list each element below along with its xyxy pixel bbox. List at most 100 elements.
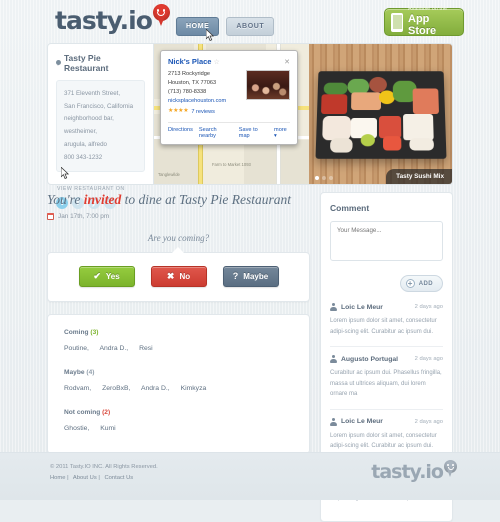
address-line: arugula, alfredo bbox=[64, 140, 107, 148]
map-pin-smiley-icon bbox=[152, 4, 170, 26]
nav-item-about[interactable]: ABOUT bbox=[226, 17, 275, 36]
group-heading: Maybe (4) bbox=[64, 369, 293, 376]
attendee-name: Andra D., bbox=[140, 385, 170, 392]
comment-text: Lorem ipsum dolor sit amet, consectetur … bbox=[330, 318, 437, 335]
rsvp-buttons: ✔ Yes ✖ No ? Maybe bbox=[48, 266, 309, 287]
more-link[interactable]: more ▾ bbox=[274, 127, 290, 139]
comment-author[interactable]: Augusto Portugal bbox=[341, 356, 398, 363]
group-heading: Coming (3) bbox=[64, 329, 293, 336]
logo-text: tasty.io bbox=[55, 6, 153, 35]
info-website-link[interactable]: nicksplacehouston.com bbox=[168, 97, 241, 106]
info-address1: 2713 Rockyridge bbox=[168, 71, 210, 77]
rating-stars: ★★★★ bbox=[168, 108, 189, 115]
footer-links: Home | About Us | Contact Us bbox=[50, 475, 158, 481]
map-panel[interactable]: S Corporate Blvd Farm to Market 1093 Tan… bbox=[154, 43, 309, 185]
footer-link-contact[interactable]: Contact Us bbox=[104, 475, 133, 481]
invitation-date-text: Jan 17th, 7:00 pm bbox=[58, 213, 110, 220]
carousel-dot-active[interactable] bbox=[315, 176, 319, 180]
group-heading: Not coming (2) bbox=[64, 409, 293, 416]
group-count: (2) bbox=[102, 409, 111, 416]
info-address2: Houston, TX 77063 bbox=[168, 80, 217, 87]
rsvp-maybe-button[interactable]: ? Maybe bbox=[222, 266, 279, 287]
address-line: neighborhood bar, westheimer, bbox=[64, 115, 114, 136]
carousel-dot[interactable] bbox=[329, 176, 333, 180]
street-label: Farm to Market 1093 bbox=[212, 162, 251, 167]
attendee-name: Ghostie, bbox=[64, 425, 90, 432]
rsvp-yes-button[interactable]: ✔ Yes bbox=[78, 266, 135, 287]
group-count: (4) bbox=[86, 369, 95, 376]
group-names: Poutine, Andra D., Resi bbox=[64, 345, 293, 352]
footer-logo[interactable]: tasty.io bbox=[371, 460, 457, 483]
group-names: Rodvam, ZeroBxB, Andra D., Kimkyza bbox=[64, 385, 293, 392]
comment-item: Loic Le Meur 2 days ago Lorem ipsum dolo… bbox=[330, 301, 443, 346]
user-icon bbox=[330, 355, 337, 363]
address-line: San Francisco, California bbox=[64, 102, 134, 110]
map-pin-smiley-icon bbox=[444, 460, 457, 477]
comment-input[interactable] bbox=[330, 221, 443, 261]
attendee-name: ZeroBxB, bbox=[102, 385, 131, 392]
search-nearby-link[interactable]: Search nearby bbox=[199, 127, 233, 139]
attendee-group-maybe: Maybe (4) Rodvam, ZeroBxB, Andra D., Kim… bbox=[64, 369, 293, 392]
group-label: Coming bbox=[64, 329, 89, 336]
comment-title: Comment bbox=[330, 203, 370, 213]
attendee-name: Resi bbox=[139, 345, 153, 352]
main-nav: HOME ABOUT bbox=[176, 17, 275, 36]
rsvp-maybe-label: Maybe bbox=[243, 272, 269, 281]
address-line: 371 Eleventh Street, bbox=[64, 90, 121, 97]
comment-timestamp: 2 days ago bbox=[414, 418, 443, 425]
reviews-link[interactable]: 7 reviews bbox=[191, 108, 215, 117]
site-header: tasty.io HOME ABOUT Available on the App… bbox=[0, 0, 500, 43]
comment-text: Lorem ipsum dolor sit amet, consectetur … bbox=[330, 432, 437, 450]
copyright-text: © 2011 Tasty.IO INC. All Rights Reserved… bbox=[50, 464, 158, 470]
invitation-headline: You're invited to dine at Tasty Pie Rest… bbox=[47, 192, 310, 208]
food-photo-carousel[interactable]: Tasty Sushi Mix bbox=[309, 43, 453, 185]
carousel-dots[interactable] bbox=[315, 176, 333, 180]
site-footer: © 2011 Tasty.IO INC. All Rights Reserved… bbox=[0, 452, 500, 500]
info-window-actions: Directions Search nearby Save to map mor… bbox=[168, 121, 290, 139]
app-store-line2: App Store bbox=[408, 12, 437, 38]
add-comment-button[interactable]: + ADD bbox=[399, 275, 443, 292]
directions-link[interactable]: Directions bbox=[168, 127, 193, 139]
user-icon bbox=[330, 417, 337, 426]
info-phone: (713) 780-8338 bbox=[168, 89, 207, 96]
footer-link-about[interactable]: About Us | bbox=[73, 475, 100, 481]
comment-author[interactable]: Loic Le Meur bbox=[341, 418, 383, 425]
save-to-map-link[interactable]: Save to map bbox=[239, 127, 268, 139]
group-names: Ghostie, Kumi bbox=[64, 425, 293, 432]
restaurant-info-card: Tasty Pie Restaurant 371 Eleventh Street… bbox=[47, 43, 154, 210]
footer-logo-text: tasty.io bbox=[371, 461, 444, 483]
info-window-title[interactable]: Nick's Place bbox=[168, 57, 211, 66]
check-circle-icon: ✔ bbox=[93, 271, 101, 281]
invite-title-pre: You're bbox=[47, 192, 84, 207]
group-label: Maybe bbox=[64, 369, 85, 376]
calendar-icon bbox=[47, 213, 54, 220]
carousel-dot[interactable] bbox=[322, 176, 326, 180]
restaurant-title: Tasty Pie Restaurant bbox=[56, 53, 145, 73]
app-store-badge[interactable]: Available on the App Store bbox=[384, 6, 464, 38]
close-icon[interactable]: ✕ bbox=[284, 58, 290, 66]
x-circle-icon: ✖ bbox=[166, 271, 175, 281]
mouse-cursor bbox=[206, 29, 215, 42]
attendee-group-coming: Coming (3) Poutine, Andra D., Resi bbox=[64, 329, 293, 352]
comment-timestamp: 2 days ago bbox=[414, 304, 443, 310]
site-logo[interactable]: tasty.io bbox=[55, 4, 170, 35]
comment-text: Curabitur ac ipsum dui. Phasellus fringi… bbox=[330, 370, 442, 397]
add-comment-label: ADD bbox=[418, 280, 433, 287]
comment-author[interactable]: Loic Le Meur bbox=[341, 304, 383, 311]
invite-title-emphasis: invited bbox=[83, 192, 122, 207]
rsvp-panel: ✔ Yes ✖ No ? Maybe bbox=[47, 247, 310, 302]
street-label: Tanglewilde bbox=[158, 172, 180, 177]
user-icon bbox=[330, 303, 337, 311]
iphone-icon bbox=[391, 12, 403, 32]
group-label: Not coming bbox=[64, 409, 101, 416]
sushi-platter-image bbox=[315, 71, 447, 159]
star-outline-icon[interactable]: ☆ bbox=[213, 58, 219, 66]
footer-link-home[interactable]: Home | bbox=[50, 475, 69, 481]
plus-circle-icon: + bbox=[405, 279, 415, 288]
rsvp-question: Are you coming? bbox=[147, 233, 210, 243]
attendee-name: Rodvam, bbox=[64, 385, 92, 392]
rsvp-no-label: No bbox=[179, 272, 191, 281]
comment-item: Augusto Portugal 2 days ago Curabitur ac… bbox=[330, 346, 443, 409]
rsvp-no-button[interactable]: ✖ No bbox=[150, 266, 207, 287]
map-info-window: Nick's Place ☆ ✕ 2713 Rockyridge Houston… bbox=[160, 50, 298, 145]
